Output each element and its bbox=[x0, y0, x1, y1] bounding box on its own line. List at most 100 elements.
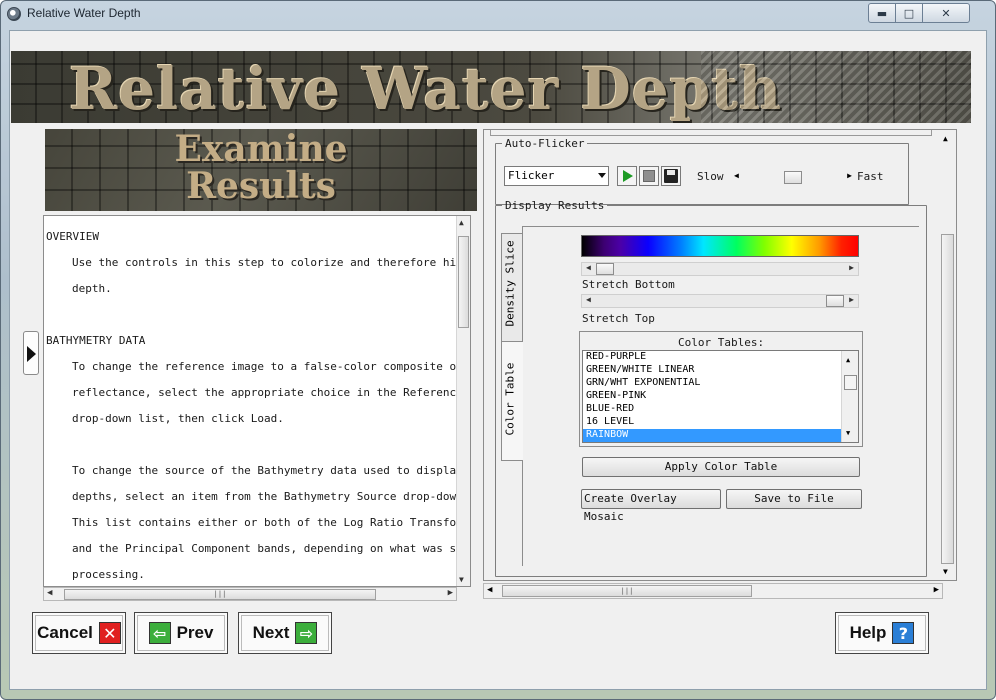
slider-right-icon[interactable]: ▶ bbox=[847, 171, 852, 180]
display-results-label: Display Results bbox=[505, 199, 605, 212]
color-tables-label: Color Tables: bbox=[678, 336, 765, 349]
maximize-icon: □ bbox=[903, 6, 915, 20]
scroll-right-icon[interactable]: ▶ bbox=[448, 588, 453, 598]
scroll-up-icon[interactable]: ▲ bbox=[943, 134, 948, 143]
flicker-mode-select[interactable]: Flicker bbox=[504, 166, 609, 186]
banner-title: Relative Water Depth bbox=[69, 55, 783, 123]
step-title: Examine Results bbox=[45, 131, 477, 205]
controls-vscrollbar[interactable]: ▲ ▼ bbox=[939, 130, 956, 580]
flicker-mode-value: Flicker bbox=[508, 169, 555, 182]
bathymetry-line: and the Principal Component bands, depen… bbox=[72, 542, 458, 555]
question-mark-icon: ? bbox=[892, 622, 915, 644]
scroll-down-icon[interactable]: ▼ bbox=[943, 567, 948, 576]
save-flicker-button[interactable] bbox=[661, 166, 681, 186]
speed-slider-thumb[interactable] bbox=[784, 171, 802, 184]
color-tables-items: RED-PURPLE GREEN/WHITE LINEAR GRN/WHT EXPO… bbox=[583, 351, 858, 442]
close-button[interactable]: ✕ bbox=[922, 3, 970, 23]
create-overlay-mosaic-button[interactable]: Create Overlay Mosaic bbox=[581, 489, 721, 523]
color-table-item[interactable]: 16 LEVEL bbox=[583, 416, 858, 429]
close-x-icon: ✕ bbox=[98, 622, 121, 644]
arrow-right-icon: ⇨ bbox=[295, 622, 318, 644]
controls-hscroll-thumb[interactable]: ||| bbox=[502, 585, 752, 597]
chevron-down-icon bbox=[598, 173, 606, 178]
scroll-down-icon[interactable]: ▼ bbox=[459, 575, 464, 584]
color-table-item[interactable]: GRN/WHT EXPONENTIAL bbox=[583, 377, 858, 390]
stretch-top-label: Stretch Top bbox=[582, 312, 655, 325]
tab-density-slice-label: Density Slice bbox=[503, 240, 517, 327]
overview-heading: OVERVIEW bbox=[46, 230, 99, 243]
stretch-bottom-label: Stretch Bottom bbox=[582, 278, 675, 291]
slider-left-icon[interactable]: ◀ bbox=[586, 295, 591, 304]
save-to-file-button[interactable]: Save to File bbox=[726, 489, 862, 509]
next-button[interactable]: Next ⇨ bbox=[238, 612, 332, 654]
bathymetry-line: depths, select an item from the Bathymet… bbox=[72, 490, 458, 503]
scroll-down-icon[interactable]: ▼ bbox=[846, 427, 850, 439]
help-text-hscroll-thumb[interactable]: ||| bbox=[64, 589, 376, 600]
bathymetry-heading: BATHYMETRY DATA bbox=[46, 334, 146, 347]
slow-label: Slow bbox=[697, 170, 724, 183]
slider-left-icon[interactable]: ◀ bbox=[734, 171, 739, 180]
color-table-item[interactable]: GREEN-PINK bbox=[583, 390, 858, 403]
previous-group-edge bbox=[490, 130, 932, 136]
stretch-bottom-slider[interactable]: ◀ ▶ bbox=[581, 262, 859, 276]
scroll-left-icon[interactable]: ◀ bbox=[47, 588, 52, 598]
bathymetry-line: drop-down list, then click Load. bbox=[72, 412, 284, 425]
play-button[interactable] bbox=[617, 166, 637, 186]
apply-color-table-button[interactable]: Apply Color Table bbox=[582, 457, 860, 477]
stop-button[interactable] bbox=[639, 166, 659, 186]
arrow-left-icon: ⇦ bbox=[148, 622, 171, 644]
color-table-item[interactable]: GREEN/WHITE LINEAR bbox=[583, 364, 858, 377]
cancel-button[interactable]: Cancel ✕ bbox=[32, 612, 126, 654]
stretch-top-slider[interactable]: ◀ ▶ bbox=[581, 294, 859, 308]
tab-color-table-label: Color Table bbox=[503, 362, 517, 436]
slider-right-icon[interactable]: ▶ bbox=[849, 263, 854, 272]
stretch-bottom-thumb[interactable] bbox=[596, 263, 614, 275]
play-icon bbox=[623, 170, 633, 182]
banner: Relative Water Depth bbox=[11, 51, 971, 123]
step-header: Examine Results bbox=[45, 129, 477, 211]
prev-button[interactable]: ⇦ Prev bbox=[134, 612, 228, 654]
controls-vscroll-thumb[interactable] bbox=[941, 234, 954, 564]
auto-flicker-label: Auto-Flicker bbox=[505, 137, 585, 150]
color-table-item[interactable]: BLUE-RED bbox=[583, 403, 858, 416]
help-text-panel[interactable]: OVERVIEW Use the controls in this step t… bbox=[43, 215, 471, 587]
slider-right-icon[interactable]: ▶ bbox=[849, 295, 854, 304]
help-text-vscrollbar[interactable]: ▲ ▼ bbox=[456, 216, 470, 586]
color-tables-list[interactable]: RED-PURPLE GREEN/WHITE LINEAR GRN/WHT EXPO… bbox=[582, 350, 859, 443]
scroll-left-icon[interactable]: ◀ bbox=[487, 585, 492, 595]
color-table-item[interactable]: RED-PURPLE bbox=[583, 351, 858, 364]
prev-label: Prev bbox=[176, 623, 214, 642]
minimize-button[interactable]: ▬ bbox=[868, 3, 896, 23]
tab-color-table[interactable]: Color Table bbox=[501, 341, 523, 461]
color-tables-scroll-thumb[interactable] bbox=[844, 375, 857, 390]
panel-toggle-button[interactable] bbox=[23, 331, 39, 375]
cancel-label: Cancel bbox=[37, 623, 93, 642]
stretch-top-thumb[interactable] bbox=[826, 295, 844, 307]
tab-density-slice[interactable]: Density Slice bbox=[501, 233, 523, 345]
help-text-content: OVERVIEW Use the controls in this step t… bbox=[44, 216, 458, 586]
close-icon: ✕ bbox=[941, 6, 951, 20]
minimize-icon: ▬ bbox=[876, 6, 888, 20]
help-button[interactable]: Help ? bbox=[835, 612, 929, 654]
scroll-up-icon[interactable]: ▲ bbox=[846, 354, 850, 366]
overview-line: Use the controls in this step to coloriz… bbox=[72, 256, 458, 269]
title-bar: Relative Water Depth ▬ □ ✕ bbox=[1, 1, 995, 27]
help-text-vscroll-thumb[interactable] bbox=[458, 236, 469, 328]
maximize-button[interactable]: □ bbox=[895, 3, 923, 23]
color-table-item[interactable]: RAINBOW bbox=[583, 429, 858, 442]
flicker-speed-slider[interactable]: ◀ ▶ bbox=[734, 171, 852, 185]
bathymetry-line: To change the source of the Bathymetry d… bbox=[72, 464, 458, 477]
scroll-right-icon[interactable]: ▶ bbox=[934, 585, 939, 595]
triangle-right-icon bbox=[27, 346, 36, 362]
controls-hscrollbar[interactable]: ◀ ||| ▶ bbox=[483, 583, 943, 599]
color-tables-scrollbar[interactable]: ▲ ▼ bbox=[841, 351, 858, 442]
help-label: Help bbox=[849, 623, 887, 642]
help-text-hscrollbar[interactable]: ◀ ||| ▶ bbox=[43, 587, 457, 601]
slider-left-icon[interactable]: ◀ bbox=[586, 263, 591, 272]
scroll-up-icon[interactable]: ▲ bbox=[459, 218, 464, 227]
window-frame: Relative Water Depth ▬ □ ✕ Relative Wate… bbox=[0, 0, 996, 700]
overview-line: depth. bbox=[72, 282, 112, 295]
bathymetry-line: To change the reference image to a false… bbox=[72, 360, 458, 373]
